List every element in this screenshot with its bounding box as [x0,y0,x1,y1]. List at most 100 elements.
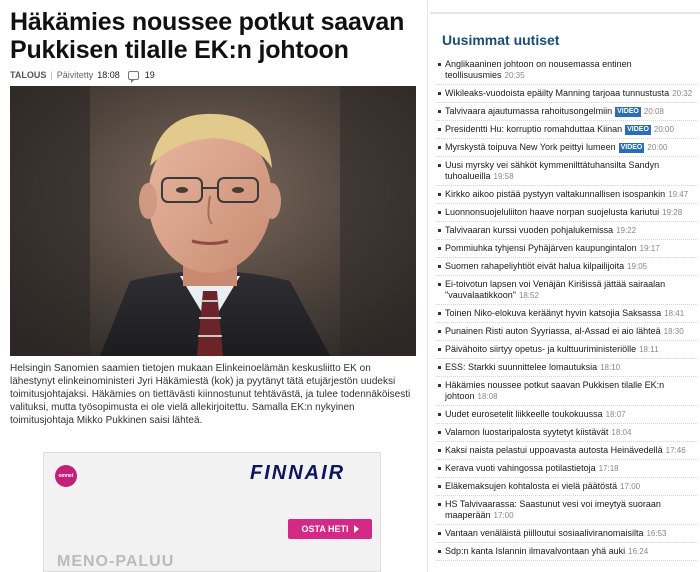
category-label[interactable]: TALOUS [10,70,46,80]
news-time: 19:47 [668,190,689,199]
list-item[interactable]: Wikileaks-vuodoista epäilty Manning tarj… [436,85,698,103]
news-headline-link[interactable]: Kirkko aikoo pistää pystyyn valtakunnall… [445,189,665,199]
news-headline-link[interactable]: Toinen Niko-elokuva keräänyt hyvin katso… [445,308,661,318]
play-arrow-icon [353,525,359,533]
news-headline-link[interactable]: Sdp:n kanta Islannin ilmavalvontaan yhä … [445,546,625,556]
latest-news-panel: Uusimmat uutiset Anglikaaninen johtoon o… [430,12,700,572]
finnair-ad[interactable]: omnet FINNAIR OSTA HETI MENO-PALUU [43,452,381,572]
news-headline-link[interactable]: Suomen rahapeliyhtiöt eivät halua kilpai… [445,261,624,271]
list-item[interactable]: Uusi myrsky vei sähköt kymmenilttätuhans… [436,157,698,186]
meta-separator: | [50,70,53,80]
list-item[interactable]: Suomen rahapeliyhtiöt eivät halua kilpai… [436,258,698,276]
news-headline-link[interactable]: Eläkemaksujen kohtalosta ei vielä päätös… [445,481,617,491]
list-item[interactable]: Kirkko aikoo pistää pystyyn valtakunnall… [436,186,698,204]
list-item[interactable]: Uudet eurosetelit liikkeelle toukokuussa… [436,406,698,424]
news-headline-link[interactable]: Punainen Risti auton Syyriassa, al-Assad… [445,326,661,336]
news-time: 17:00 [493,511,514,520]
news-headline-link[interactable]: Vantaan venäläistä piilloutui sosiaalivi… [445,528,643,538]
ad-promo-text: MENO-PALUU [57,553,175,570]
list-item[interactable]: Pommiuhka tyhjensi Pyhäjärven kaupungint… [436,240,698,258]
news-headline-link[interactable]: Päivähoito siirtyy opetus- ja kulttuurim… [445,344,636,354]
updated-time: 18:08 [97,70,120,80]
list-item[interactable]: Eläkemaksujen kohtalosta ei vielä päätös… [436,478,698,496]
article-meta: TALOUS | Päivitetty 18:08 19 [10,68,155,83]
list-item[interactable]: Valamon luostaripalosta syytetyt kiistäv… [436,424,698,442]
news-time: 18:52 [518,291,539,300]
news-time: 18:08 [477,392,498,401]
article-body: Helsingin Sanomien saamien tietojen muka… [10,363,411,426]
news-headline-link[interactable]: HS Talvivaarassa: Saastunut vesi voi ime… [445,499,661,520]
list-item[interactable]: Luonnonsuojeluliiton haave norpan suojel… [436,204,698,222]
news-headline-link[interactable]: ESS: Starkki suunnittelee lomautuksia [445,362,597,372]
news-headline-link[interactable]: Kaksi naista pelastui uppoavasta autosta… [445,445,663,455]
list-item[interactable]: Anglikaaninen johtoon on nousemassa enti… [436,56,698,85]
list-item[interactable]: Punainen Risti auton Syyriassa, al-Assad… [436,323,698,341]
news-headline-link[interactable]: Valamon luostaripalosta syytetyt kiistäv… [445,427,608,437]
news-headline-link[interactable]: Talvivaaran kurssi vuoden pohjalukemissa [445,225,613,235]
video-badge: VIDEO [615,107,641,117]
news-headline-link[interactable]: Pommiuhka tyhjensi Pyhäjärven kaupungint… [445,243,637,253]
news-headline-link[interactable]: Talvivaara ajautumassa rahoitusongelmiin [445,106,612,116]
news-time: 18:11 [639,345,659,354]
news-headline-link[interactable]: Kerava vuoti vahingossa potilastietoja [445,463,596,473]
column-divider [427,0,428,572]
list-item[interactable]: Myrskystä toipuva New York peittyi lumee… [436,139,698,157]
list-item[interactable]: Talvivaaran kurssi vuoden pohjalukemissa… [436,222,698,240]
latest-news-list: Anglikaaninen johtoon on nousemassa enti… [436,56,698,561]
news-headline-link[interactable]: Luonnonsuojeluliiton haave norpan suojel… [445,207,659,217]
list-item[interactable]: HS Talvivaarassa: Saastunut vesi voi ime… [436,496,698,525]
list-item[interactable]: Vantaan venäläistä piilloutui sosiaalivi… [436,525,698,543]
portrait-illustration [10,86,416,356]
news-time: 18:10 [600,363,621,372]
news-time: 16:24 [628,547,649,556]
news-time: 20:00 [653,125,674,134]
finnair-logo: FINNAIR [250,462,346,484]
news-headline-link[interactable]: Uudet eurosetelit liikkeelle toukokuussa [445,409,603,419]
news-time: 19:17 [639,244,660,253]
list-item[interactable]: ESS: Starkki suunnittelee lomautuksia 18:… [436,359,698,377]
list-item[interactable]: Häkämies noussee potkut saavan Pukkisen … [436,377,698,406]
news-time: 17:00 [620,482,641,491]
news-time: 19:22 [616,226,637,235]
ad-brand-badge: omnet [55,465,77,487]
news-time: 19:05 [627,262,648,271]
list-item[interactable]: Ei-toivotun lapsen voi Venäjän Kirišissä… [436,276,698,305]
latest-news-title: Uusimmat uutiset [442,32,560,48]
video-badge: VIDEO [618,143,645,153]
news-time: 17:46 [665,446,686,455]
news-headline-link[interactable]: Wikileaks-vuodoista epäilty Manning tarj… [445,88,669,98]
news-headline-link[interactable]: Myrskystä toipuva New York peittyi lumee… [445,142,616,152]
news-headline-link[interactable]: Anglikaaninen johtoon on nousemassa enti… [445,59,632,80]
news-headline-link[interactable]: Uusi myrsky vei sähköt kymmenilttätuhans… [445,160,659,181]
list-item[interactable]: Talvivaara ajautumassa rahoitusongelmiin… [436,103,698,121]
buy-now-button[interactable]: OSTA HETI [288,519,372,539]
news-time: 19:58 [493,172,514,181]
list-item[interactable]: Kerava vuoti vahingossa potilastietoja 17… [436,460,698,478]
article-photo[interactable] [10,86,416,356]
comment-icon[interactable] [127,70,139,83]
news-time: 20:35 [504,71,525,80]
news-time: 18:30 [663,327,684,336]
news-time: 19:28 [662,208,683,217]
list-item[interactable]: Toinen Niko-elokuva keräänyt hyvin katso… [436,305,698,323]
news-time: 18:07 [605,410,626,419]
comment-count[interactable]: 19 [145,70,155,80]
news-headline-link[interactable]: Presidentti Hu: korruptio romahduttaa Ki… [445,124,622,134]
news-time: 16:53 [646,529,667,538]
list-item[interactable]: Presidentti Hu: korruptio romahduttaa Ki… [436,121,698,139]
video-badge: VIDEO [625,125,651,135]
list-item[interactable]: Päivähoito siirtyy opetus- ja kulttuurim… [436,341,698,359]
list-item[interactable]: Sdp:n kanta Islannin ilmavalvontaan yhä … [436,543,698,561]
news-time: 20:32 [672,89,693,98]
updated-label: Päivitetty [56,70,94,80]
article-headline[interactable]: Häkämies noussee potkut saavan Pukkisen … [10,8,422,64]
news-time: 18:04 [611,428,632,437]
news-headline-link[interactable]: Ei-toivotun lapsen voi Venäjän Kirišissä… [445,279,665,300]
news-time: 20:08 [643,107,664,116]
news-time: 18:41 [664,309,685,318]
article-column: Häkämies noussee potkut saavan Pukkisen … [0,0,425,572]
news-time: 17:18 [598,464,619,473]
news-time: 20:00 [647,143,668,152]
buy-now-label: OSTA HETI [301,524,349,534]
list-item[interactable]: Kaksi naista pelastui uppoavasta autosta… [436,442,698,460]
